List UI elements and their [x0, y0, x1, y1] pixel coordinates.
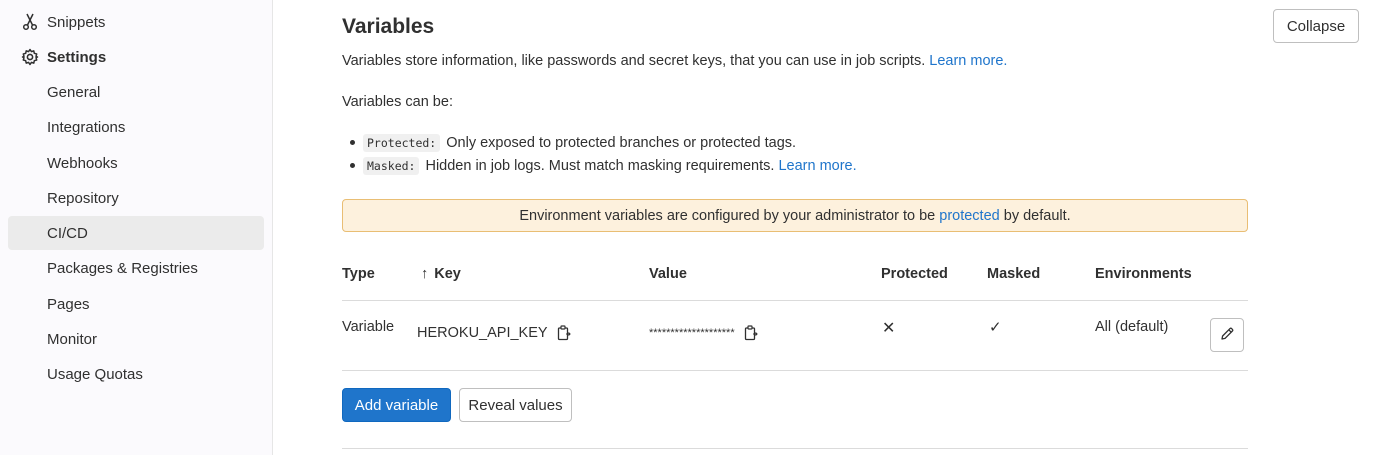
copy-key-icon[interactable]: [557, 325, 571, 341]
protected-status-icon: ✕: [882, 320, 896, 337]
alert-text-before: Environment variables are configured by …: [519, 207, 936, 224]
sidebar-item-label: CI/CD: [47, 224, 88, 242]
variables-can-be-text: Variables can be:: [342, 94, 453, 110]
sidebar: Snippets Settings General Integrations W…: [0, 0, 273, 455]
masked-status-icon: ✓: [989, 319, 1002, 336]
section-title: Variables: [342, 15, 435, 38]
sidebar-item-monitor[interactable]: Monitor: [8, 322, 264, 356]
variable-value: ********************: [649, 327, 735, 339]
list-item: Protected: Only exposed to protected bra…: [350, 131, 857, 154]
sidebar-item-usage-quotas[interactable]: Usage Quotas: [8, 357, 264, 391]
sidebar-item-label: Settings: [47, 48, 107, 66]
sidebar-item-packages-registries[interactable]: Packages & Registries: [8, 251, 264, 285]
variable-types-list: Protected: Only exposed to protected bra…: [350, 131, 857, 177]
alert-protected-link[interactable]: protected: [939, 208, 999, 224]
sidebar-item-label: Repository: [47, 189, 119, 207]
reveal-values-button[interactable]: Reveal values: [459, 388, 572, 422]
key-cell: HEROKU_API_KEY: [417, 325, 571, 341]
sidebar-item-label: General: [47, 83, 101, 101]
variable-environments: All (default): [1095, 319, 1169, 335]
header-masked: Masked: [987, 266, 1041, 282]
masking-learn-more-link[interactable]: Learn more.: [778, 158, 856, 174]
alert-text-after: by default.: [1003, 207, 1071, 224]
divider: [342, 448, 1248, 449]
masked-code: Masked:: [363, 156, 420, 175]
sidebar-item-integrations[interactable]: Integrations: [8, 110, 264, 144]
header-key-label: Key: [434, 266, 461, 282]
sidebar-item-webhooks[interactable]: Webhooks: [8, 146, 264, 180]
sidebar-item-general[interactable]: General: [8, 75, 264, 109]
sidebar-item-cicd[interactable]: CI/CD: [8, 216, 264, 250]
sidebar-item-snippets[interactable]: Snippets: [8, 5, 264, 39]
snippet-icon: [20, 12, 40, 32]
pencil-icon: [1219, 326, 1235, 345]
table-row: Variable HEROKU_API_KEY ****************…: [342, 301, 1248, 371]
sort-arrow-icon: ↑: [421, 266, 429, 282]
sidebar-item-repository[interactable]: Repository: [8, 181, 264, 215]
list-item: Masked: Hidden in job logs. Must match m…: [350, 154, 857, 177]
learn-more-link[interactable]: Learn more.: [929, 53, 1007, 69]
variable-type: Variable: [342, 319, 395, 335]
sidebar-item-label: Snippets: [47, 13, 106, 31]
main-content: Variables Collapse Variables store infor…: [273, 0, 1400, 455]
header-key[interactable]: ↑ Key: [421, 266, 461, 282]
variable-key: HEROKU_API_KEY: [417, 325, 548, 341]
copy-value-icon[interactable]: [744, 325, 758, 341]
header-protected: Protected: [881, 266, 948, 282]
app: Snippets Settings General Integrations W…: [0, 0, 1400, 455]
sidebar-item-label: Monitor: [47, 330, 98, 348]
sidebar-item-label: Packages & Registries: [47, 259, 198, 277]
edit-variable-button[interactable]: [1210, 318, 1244, 352]
sidebar-item-label: Usage Quotas: [47, 365, 143, 383]
sidebar-item-label: Integrations: [47, 118, 126, 136]
header-environments: Environments: [1095, 266, 1192, 282]
sidebar-item-settings[interactable]: Settings: [8, 40, 264, 74]
variables-table: Type ↑ Key Value Protected Masked Enviro…: [342, 256, 1248, 371]
add-variable-button[interactable]: Add variable: [342, 388, 451, 422]
protected-alert: Environment variables are configured by …: [342, 199, 1248, 232]
sidebar-item-label: Pages: [47, 295, 90, 313]
protected-description: Only exposed to protected branches or pr…: [446, 134, 797, 151]
section-description: Variables store information, like passwo…: [342, 53, 1007, 69]
value-cell: ********************: [649, 325, 758, 341]
collapse-button[interactable]: Collapse: [1273, 9, 1359, 43]
table-header: Type ↑ Key Value Protected Masked Enviro…: [342, 256, 1248, 301]
protected-code: Protected:: [363, 133, 441, 152]
header-type: Type: [342, 266, 375, 282]
sidebar-item-label: Webhooks: [47, 154, 118, 172]
description-text: Variables store information, like passwo…: [342, 53, 926, 69]
gear-icon: [20, 47, 40, 67]
header-value: Value: [649, 266, 687, 282]
sidebar-item-pages[interactable]: Pages: [8, 287, 264, 321]
masked-description: Hidden in job logs. Must match masking r…: [425, 157, 775, 174]
